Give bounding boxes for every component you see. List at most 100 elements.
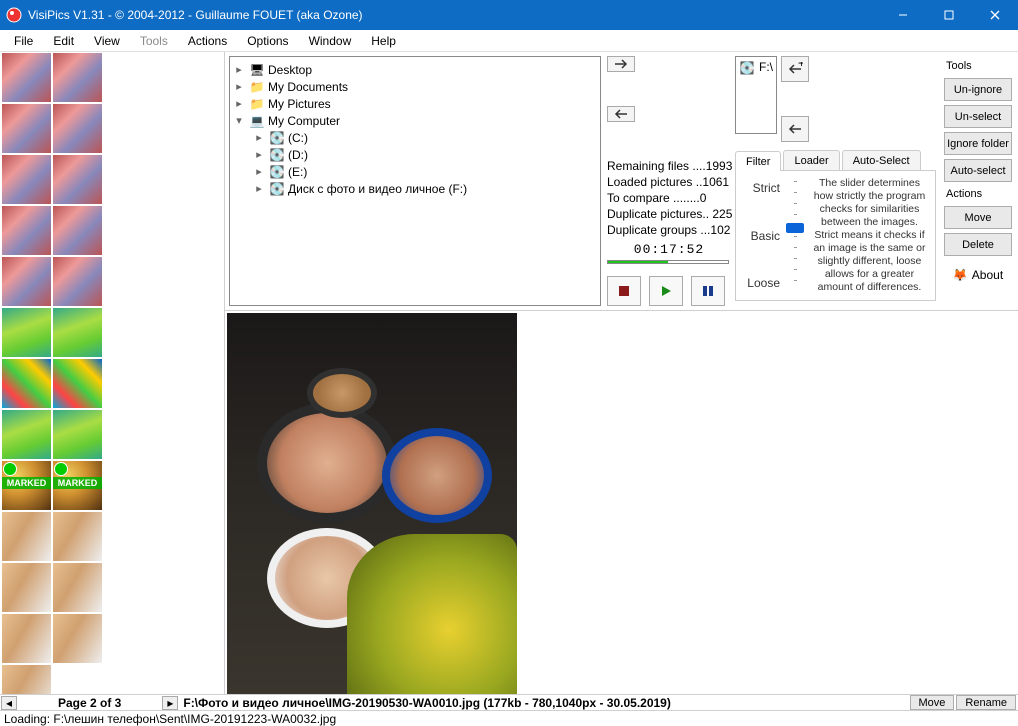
thumb[interactable] [53, 563, 102, 612]
tree-node[interactable]: ▸💽(E:) [232, 163, 598, 180]
thumbnail-strip[interactable] [0, 52, 106, 694]
thumb-gap [106, 52, 224, 694]
folder-icon: 📁 [249, 96, 265, 112]
menu-tools[interactable]: Tools [130, 32, 178, 50]
thumb[interactable] [2, 308, 51, 357]
label-basic: Basic [742, 229, 780, 243]
thumb[interactable] [53, 614, 102, 663]
status-text: Loading: F:\лешин телефон\Sent\IMG-20191… [4, 712, 336, 726]
menu-file[interactable]: File [4, 32, 43, 50]
tab-filter[interactable]: Filter [735, 151, 781, 171]
page-prev-button[interactable]: ◂ [1, 696, 17, 710]
preview-blank [517, 311, 1018, 694]
elapsed-time: 00:17:52 [607, 242, 731, 257]
thumb[interactable] [2, 410, 51, 459]
tree-node[interactable]: ▸🖥Desktop [232, 61, 598, 78]
tree-label: My Computer [268, 114, 340, 128]
menu-edit[interactable]: Edit [43, 32, 84, 50]
tab-autoselect[interactable]: Auto-Select [842, 150, 921, 170]
thumb[interactable] [53, 257, 102, 306]
thumb[interactable] [2, 155, 51, 204]
selected-paths[interactable]: 💽 F:\ [735, 56, 777, 134]
thumb[interactable] [2, 206, 51, 255]
fox-icon: 🦊 [953, 268, 968, 282]
main-area: ▸🖥Desktop ▸📁My Documents ▸📁My Pictures ▾… [0, 52, 1018, 694]
thumb[interactable] [53, 53, 102, 102]
about-button[interactable]: 🦊 About [944, 268, 1012, 282]
pager-rename-button[interactable]: Rename [956, 695, 1016, 710]
tree-node[interactable]: ▸💽(D:) [232, 146, 598, 163]
minimize-button[interactable] [880, 0, 926, 30]
titlebar: VisiPics V1.31 - © 2004-2012 - Guillaume… [0, 0, 1018, 30]
delete-button[interactable]: Delete [944, 233, 1012, 256]
close-button[interactable] [972, 0, 1018, 30]
preview-image[interactable] [227, 313, 517, 694]
page-next-button[interactable]: ▸ [162, 696, 178, 710]
sidebar: Tools Un-ignore Un-select Ignore folder … [940, 52, 1018, 310]
thumb[interactable] [2, 563, 51, 612]
thumb[interactable] [53, 410, 102, 459]
strictness-slider[interactable] [786, 177, 804, 294]
drive-icon: 💽 [739, 60, 755, 76]
thumb[interactable] [53, 206, 102, 255]
thumb[interactable] [2, 614, 51, 663]
thumb[interactable] [2, 104, 51, 153]
tree-node[interactable]: ▸💽Диск с фото и видео личное (F:) [232, 180, 598, 197]
move-button[interactable]: Move [944, 206, 1012, 229]
tree-label: Диск с фото и видео личное (F:) [288, 182, 467, 196]
ignore-folder-button[interactable]: Ignore folder [944, 132, 1012, 155]
folder-tree[interactable]: ▸🖥Desktop ▸📁My Documents ▸📁My Pictures ▾… [229, 56, 601, 306]
menu-view[interactable]: View [84, 32, 130, 50]
thumb[interactable] [53, 104, 102, 153]
thumb[interactable] [2, 665, 51, 694]
add-subfolder-button[interactable]: + [781, 56, 809, 82]
thumb[interactable] [2, 257, 51, 306]
unselect-button[interactable]: Un-select [944, 105, 1012, 128]
stat-remaining: Remaining files ....1993 [607, 158, 731, 174]
progress-bar [607, 260, 729, 264]
remove-subfolder-button[interactable] [781, 116, 809, 142]
menubar: File Edit View Tools Actions Options Win… [0, 30, 1018, 52]
thumb[interactable] [53, 155, 102, 204]
tree-label: (E:) [288, 165, 307, 179]
slider-thumb[interactable] [786, 223, 804, 233]
drive-icon: 💽 [269, 181, 285, 197]
pause-button[interactable] [691, 276, 725, 306]
desktop-icon: 🖥 [249, 62, 265, 78]
tree-node[interactable]: ▸💽(C:) [232, 129, 598, 146]
slider-labels: Strict Basic Loose [742, 177, 780, 294]
add-path-button[interactable] [607, 56, 635, 72]
tree-label: (D:) [288, 148, 308, 162]
preview-path: F:\Фото и видео личное\IMG-20190530-WA00… [179, 696, 909, 710]
menu-options[interactable]: Options [237, 32, 298, 50]
tab-loader[interactable]: Loader [783, 150, 839, 170]
thumb[interactable] [2, 512, 51, 561]
maximize-button[interactable] [926, 0, 972, 30]
remove-path-button[interactable] [607, 106, 635, 122]
unignore-button[interactable]: Un-ignore [944, 78, 1012, 101]
play-button[interactable] [649, 276, 683, 306]
tree-label: Desktop [268, 63, 312, 77]
menu-help[interactable]: Help [361, 32, 406, 50]
tree-label: My Pictures [268, 97, 331, 111]
thumb[interactable] [2, 359, 51, 408]
thumb[interactable] [53, 308, 102, 357]
thumb[interactable] [53, 512, 102, 561]
tree-node[interactable]: ▸📁My Pictures [232, 95, 598, 112]
thumb-marked[interactable] [53, 461, 102, 510]
pager-move-button[interactable]: Move [910, 695, 955, 710]
thumb[interactable] [53, 359, 102, 408]
tree-label: My Documents [268, 80, 348, 94]
drive-icon: 💽 [269, 164, 285, 180]
page-label: Page 2 of 3 [18, 696, 161, 710]
thumb-marked[interactable] [2, 461, 51, 510]
thumb[interactable] [2, 53, 51, 102]
selected-path-label: F:\ [759, 60, 773, 74]
stop-button[interactable] [607, 276, 641, 306]
autoselect-button[interactable]: Auto-select [944, 159, 1012, 182]
menu-actions[interactable]: Actions [178, 32, 237, 50]
tree-node[interactable]: ▸📁My Documents [232, 78, 598, 95]
pager-bar: ◂ Page 2 of 3 ▸ F:\Фото и видео личное\I… [0, 694, 1018, 710]
menu-window[interactable]: Window [299, 32, 362, 50]
tree-node[interactable]: ▾💻My Computer [232, 112, 598, 129]
